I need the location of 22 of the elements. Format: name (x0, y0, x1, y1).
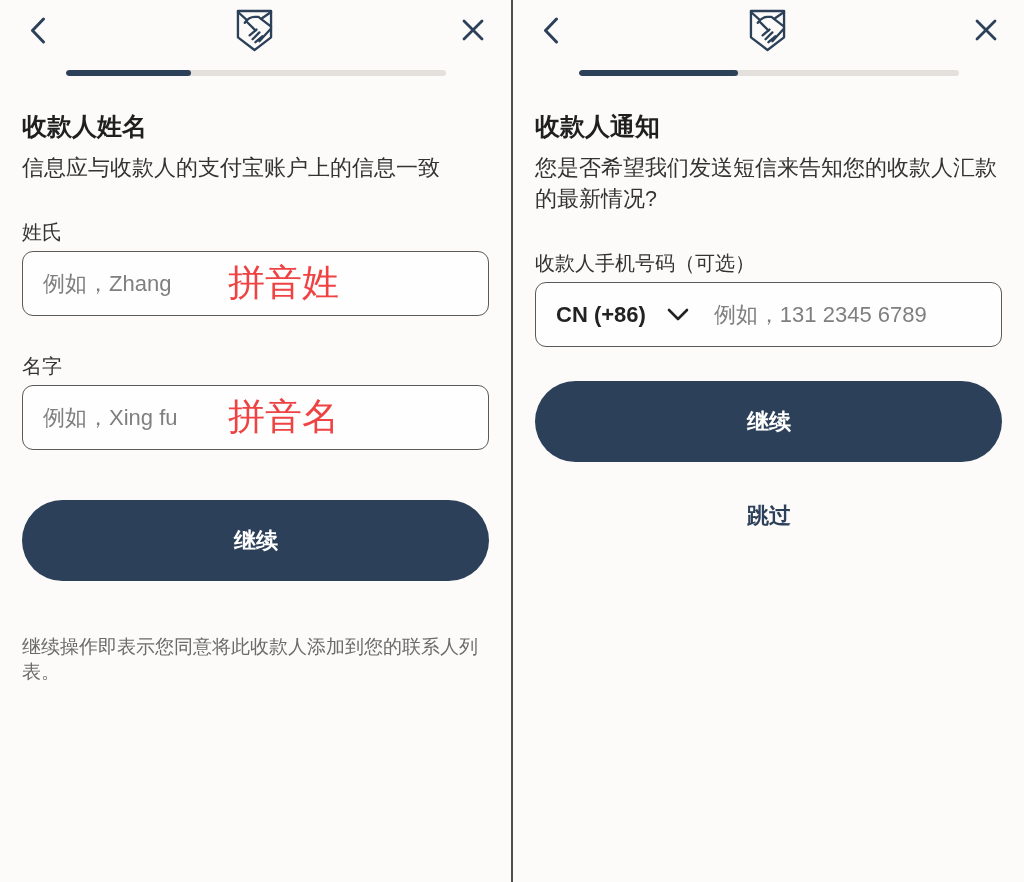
back-icon[interactable] (543, 16, 559, 44)
phone-input-field[interactable]: CN (+86) 例如，131 2345 6789 (535, 282, 1002, 347)
chevron-down-icon (666, 308, 689, 321)
handshake-shield-icon (235, 8, 273, 52)
continue-button[interactable]: 继续 (22, 500, 489, 581)
field-label: 名字 (22, 354, 63, 379)
consent-note: 继续操作即表示您同意将此收款人添加到您的联系人列表。 (22, 635, 479, 684)
close-icon[interactable] (462, 19, 484, 41)
skip-link[interactable]: 跳过 (746, 501, 791, 531)
annotation-text: 拼音名 (228, 395, 339, 439)
handshake-shield-icon (748, 8, 786, 52)
close-icon[interactable] (975, 19, 997, 41)
page-title: 收款人姓名 (22, 111, 148, 141)
country-code-dropdown[interactable]: CN (+86) (556, 299, 689, 330)
back-icon[interactable] (30, 16, 46, 44)
description-text: 信息应与收款人的支付宝账户上的信息一致 (22, 155, 441, 182)
page-title: 收款人通知 (535, 111, 661, 141)
description-text: 您是否希望我们发送短信来告知您的收款人汇款的最新情况? (535, 155, 998, 213)
field-label: 收款人手机号码（可选） (535, 251, 756, 276)
continue-button[interactable]: 继续 (535, 381, 1002, 462)
annotation-text: 拼音姓 (228, 261, 339, 305)
field-label: 姓氏 (22, 220, 63, 245)
